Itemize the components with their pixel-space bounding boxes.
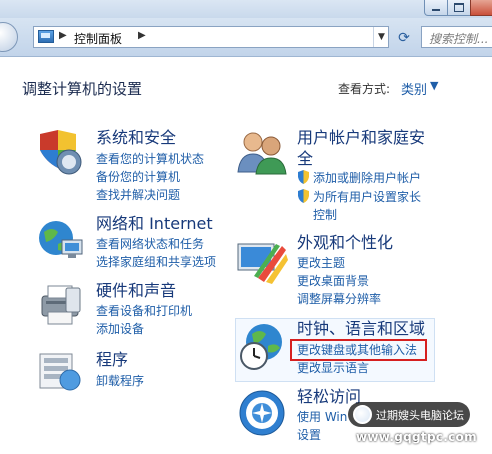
page-title: 调整计算机的设置: [22, 80, 143, 98]
link-devices-printers[interactable]: 查看设备和打印机: [96, 302, 192, 320]
view-by-label: 查看方式:: [338, 82, 391, 96]
globe-network-icon[interactable]: [36, 216, 86, 262]
chevron-down-icon[interactable]: ▼: [430, 79, 438, 92]
category-network-internet[interactable]: 网络和 Internet: [96, 213, 213, 235]
maximize-button[interactable]: [447, 0, 471, 16]
link-backup-computer[interactable]: 备份您的计算机: [96, 168, 180, 186]
uac-shield-icon: [298, 170, 309, 184]
link-change-theme[interactable]: 更改主题: [297, 254, 345, 272]
annotation-highlight-box: [290, 339, 427, 361]
printer-icon[interactable]: [36, 282, 86, 328]
link-screen-resolution[interactable]: 调整屏幕分辨率: [297, 290, 381, 308]
view-by-dropdown[interactable]: 类别: [401, 79, 427, 98]
link-view-computer-status[interactable]: 查看您的计算机状态: [96, 150, 204, 168]
programs-icon[interactable]: [36, 348, 84, 394]
category-system-security[interactable]: 系统和安全: [96, 127, 176, 149]
link-parental-controls[interactable]: 为所有用户设置家长: [313, 188, 421, 206]
address-dropdown-icon[interactable]: ▼: [373, 27, 389, 47]
category-user-accounts[interactable]: 用户帐户和家庭安: [297, 127, 425, 149]
link-change-display-language[interactable]: 更改显示语言: [297, 359, 369, 377]
appearance-icon[interactable]: [236, 238, 288, 284]
watermark-logo-icon: [353, 405, 372, 424]
clock-globe-icon[interactable]: [236, 322, 288, 372]
category-hardware-sound[interactable]: 硬件和声音: [96, 280, 176, 302]
link-desktop-background[interactable]: 更改桌面背景: [297, 272, 369, 290]
link-ease-settings[interactable]: 设置: [297, 426, 321, 444]
minimize-button[interactable]: [424, 0, 448, 16]
category-programs[interactable]: 程序: [96, 349, 128, 371]
link-add-remove-accounts[interactable]: 添加或删除用户帐户: [313, 169, 421, 187]
watermark-text: 过期嫂头电脑论坛: [376, 409, 464, 422]
ease-of-access-icon[interactable]: [236, 388, 288, 438]
link-homegroup-sharing[interactable]: 选择家庭组和共享选项: [96, 253, 216, 271]
address-bar[interactable]: ▶ 控制面板 ▶ ▼: [33, 26, 389, 48]
forward-nav-button[interactable]: [0, 22, 18, 52]
breadcrumb-arrow-icon[interactable]: ▶: [59, 30, 67, 41]
search-input[interactable]: 搜索控制...: [421, 26, 492, 48]
link-add-device[interactable]: 添加设备: [96, 320, 144, 338]
link-parental-controls-cont[interactable]: 控制: [313, 206, 337, 224]
control-panel-icon: [38, 30, 54, 43]
breadcrumb-arrow-icon[interactable]: ▶: [138, 30, 146, 41]
title-bar: [0, 0, 492, 18]
search-placeholder: 搜索控制...: [429, 32, 489, 46]
address-toolbar: ▶ 控制面板 ▶ ▼ ⟳ 搜索控制...: [0, 18, 492, 57]
category-user-accounts-cont[interactable]: 全: [297, 148, 313, 170]
link-network-status[interactable]: 查看网络状态和任务: [96, 235, 204, 253]
uac-shield-icon: [298, 189, 309, 203]
close-button[interactable]: [470, 0, 492, 16]
shield-icon[interactable]: [36, 128, 84, 176]
breadcrumb-control-panel[interactable]: 控制面板: [74, 30, 122, 47]
link-ease-use-windows[interactable]: 使用 Win: [297, 408, 347, 426]
users-icon[interactable]: [236, 128, 288, 176]
category-appearance[interactable]: 外观和个性化: [297, 232, 393, 254]
refresh-icon[interactable]: ⟳: [393, 28, 415, 48]
category-clock-language-region[interactable]: 时钟、语言和区域: [297, 318, 425, 340]
link-uninstall-program[interactable]: 卸载程序: [96, 372, 144, 390]
link-troubleshoot[interactable]: 查找并解决问题: [96, 186, 180, 204]
watermark-site: www.gqgtpc.com: [356, 430, 477, 444]
